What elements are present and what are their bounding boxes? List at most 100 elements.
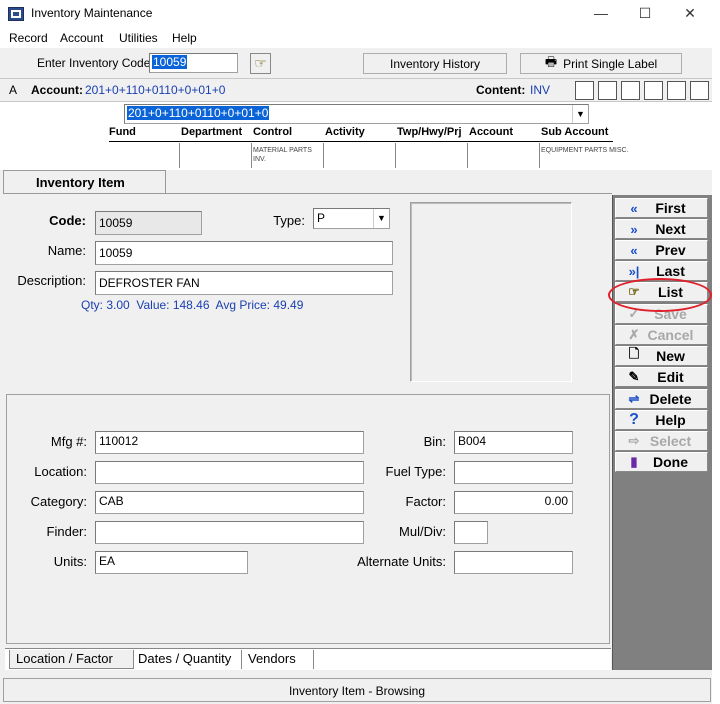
printer-icon: 🖶 [544,53,558,69]
status-bar: Inventory Item - Browsing [3,678,711,702]
factor-field[interactable]: 0.00 [454,491,573,514]
prev-button[interactable]: «Prev [615,240,708,260]
quantity-summary: Qty: 3.00 Value: 148.46 Avg Price: 49.49 [81,298,304,312]
segment-twp-header: Twp/Hwy/Prj [397,126,462,138]
close-button[interactable]: ✕ [667,0,713,28]
help-icon: ? [629,411,639,428]
edit-icon: ✎ [628,369,640,384]
units-label: Units: [53,554,87,569]
chevron-down-icon[interactable]: ▼ [572,105,588,123]
account-value: 201+0+110+0110+0+01+0 [85,83,226,97]
tab-location-factor[interactable]: Location / Factor [9,650,134,669]
segment-department-header: Department [181,126,243,138]
code-field: 10059 [95,211,202,235]
name-field[interactable]: 10059 [95,241,393,265]
type-label: Type: [273,213,305,228]
toolbar-grid-icon[interactable] [644,81,663,100]
first-button[interactable]: «First [615,198,708,218]
segment-activity-header: Activity [325,126,365,138]
mul-div-field[interactable] [454,521,488,544]
segment-control-header: Control [253,126,293,138]
category-field[interactable]: CAB [95,491,364,514]
edit-button[interactable]: ✎ Edit [615,367,708,387]
tab-dates-quantity[interactable]: Dates / Quantity [132,650,242,669]
toolbar-list-icon[interactable] [621,81,640,100]
segment-fund-header: Fund [109,126,136,138]
account-select[interactable]: 201+0+110+0110+0+01+0 ▼ [124,104,589,124]
print-label-button[interactable]: 🖶 Print Single Label [520,53,682,74]
segment-col-line [179,143,180,168]
lookup-icon[interactable]: ☞ [250,53,271,74]
scroll-strip [712,28,720,704]
menu-utilities[interactable]: Utilities [119,31,158,45]
bin-field[interactable]: B004 [454,431,573,454]
fuel-type-field[interactable] [454,461,573,484]
units-field[interactable]: EA [95,551,248,574]
toolbar-tools-icon[interactable] [598,81,617,100]
list-button[interactable]: ☞ List [615,282,708,302]
list-icon: ☞ [628,284,640,299]
cancel-icon: ✗ [628,327,640,342]
chevron-down-icon[interactable]: ▼ [373,209,389,228]
location-label: Location: [34,464,87,479]
delete-icon: ⇌ [628,391,640,406]
code-label: Code: [49,213,86,228]
segment-account-header: Account [469,126,513,138]
enter-code-label: Enter Inventory Code: [37,56,154,70]
segment-col-line [251,143,252,168]
mfg-field[interactable]: 110012 [95,431,364,454]
maximize-button[interactable]: ☐ [622,0,668,28]
factor-label: Factor: [405,494,446,509]
fuel-type-label: Fuel Type: [385,464,446,479]
item-photo-box [410,202,572,382]
bin-label: Bin: [423,434,446,449]
toolbar-doc-icon[interactable] [575,81,594,100]
account-label: Account: [31,83,83,97]
tab-vendors[interactable]: Vendors [242,650,314,669]
help-button[interactable]: ? Help [615,410,708,430]
inventory-code-input[interactable]: 10059 [149,53,238,73]
menu-help[interactable]: Help [172,31,197,45]
last-button[interactable]: »| Last [615,261,708,281]
first-icon: « [630,200,638,216]
app-icon [8,7,24,21]
delete-button[interactable]: ⇌ Delete [615,389,708,409]
menu-bar: Record Account Utilities Help [0,28,712,48]
segment-col-line [539,143,540,168]
segment-subaccount-header: Sub Account [541,126,609,138]
tab-inventory-item[interactable]: Inventory Item [3,170,166,194]
inventory-history-button[interactable]: Inventory History [363,53,507,74]
subaccount-description: EQUIPMENT PARTS MISC. [541,147,629,154]
new-button[interactable]: 🗋 New [615,346,708,366]
alternate-units-label: Alternate Units: [357,554,446,569]
menu-account[interactable]: Account [60,31,103,45]
content-label: Content: [476,83,526,97]
segment-col-line [467,143,468,168]
alternate-units-field[interactable] [454,551,573,574]
save-button[interactable]: ✓ Save [615,304,708,324]
menu-record[interactable]: Record [9,31,48,45]
finder-field[interactable] [95,521,364,544]
toolbar-report-icon[interactable] [667,81,686,100]
done-button[interactable]: ▮ Done [615,452,708,472]
account-prefix: A [9,83,18,97]
title-bar: Inventory Maintenance — ☐ ✕ [0,0,720,28]
finder-label: Finder: [46,524,87,539]
next-button[interactable]: » Next [615,219,708,239]
select-button[interactable]: ⇨ Select [615,431,708,451]
new-document-icon: 🗋 [628,346,640,361]
check-icon: ✓ [628,306,640,321]
minimize-button[interactable]: — [578,0,624,28]
content-value: INV [530,83,551,97]
window-title: Inventory Maintenance [31,6,153,20]
location-field[interactable] [95,461,364,484]
control-description: MATERIAL PARTS INV. [253,147,312,163]
type-select[interactable]: P ▼ [313,208,390,229]
segment-col-line [395,143,396,168]
cancel-button[interactable]: ✗ Cancel [615,325,708,345]
mul-div-label: Mul/Div: [399,524,446,539]
description-field[interactable]: DEFROSTER FAN [95,271,393,295]
toolbar-exit-icon[interactable] [690,81,709,100]
select-icon: ⇨ [628,433,640,448]
segment-col-line [323,143,324,168]
